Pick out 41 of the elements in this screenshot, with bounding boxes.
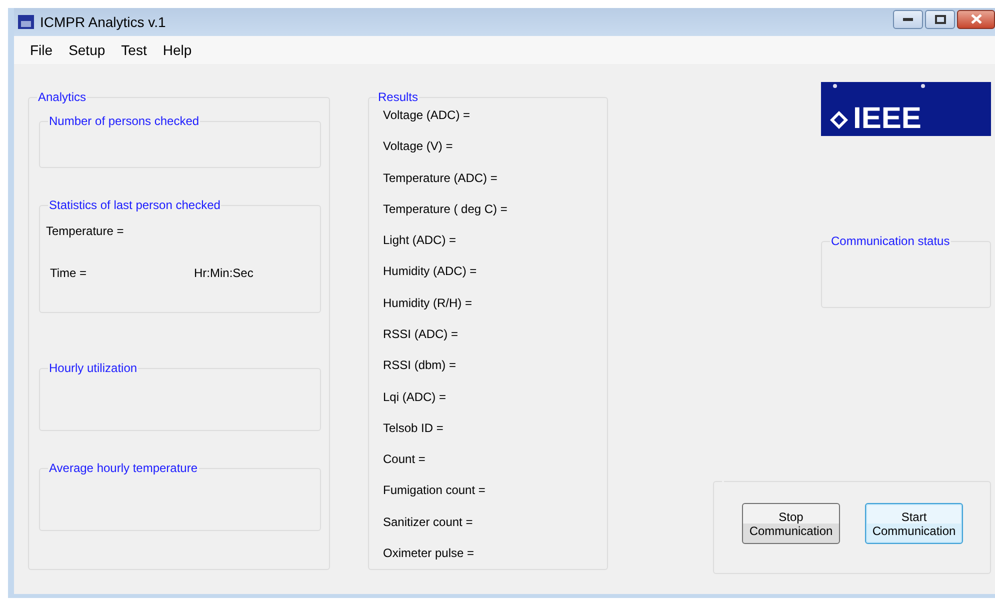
diamond-icon (829, 110, 849, 130)
menu-item[interactable]: Test (113, 40, 155, 60)
result-label: Oximeter pulse = (383, 546, 474, 560)
menu-item[interactable]: File (22, 40, 61, 60)
close-button[interactable] (957, 10, 995, 28)
result-label: Lqi (ADC) = (383, 390, 446, 404)
result-label: Light (ADC) = (383, 233, 456, 248)
result-label: Fumigation count = (383, 483, 486, 498)
window-title: ICMPR Analytics v.1 (40, 14, 166, 30)
minimize-button[interactable] (893, 10, 923, 28)
maximize-icon (934, 14, 946, 24)
group-title: Hourly utilization (48, 361, 138, 375)
maximize-button[interactable] (925, 10, 955, 28)
group-title: Communication status (830, 234, 951, 248)
result-label: Temperature ( deg C) = (383, 202, 508, 216)
close-icon (970, 14, 982, 24)
minimize-icon (903, 17, 913, 21)
result-label: Voltage (V) = (383, 139, 453, 154)
result-label: RSSI (dbm) = (383, 358, 456, 372)
result-label: Sanitizer count = (383, 514, 473, 529)
result-label: Telsob ID = (383, 420, 444, 435)
result-label: Count = (383, 452, 426, 466)
communication-button[interactable]: Stop Communication (742, 503, 840, 544)
group-title: Results (377, 90, 420, 104)
logo-text: IEEE (853, 102, 922, 136)
result-label: Humidity (ADC) = (383, 264, 477, 278)
temperature-label: Temperature = (46, 224, 124, 238)
communication-button[interactable]: Start Communication (865, 503, 963, 544)
group-title: Analytics (37, 90, 88, 104)
group-title: Number of persons checked (48, 114, 200, 128)
result-label: Temperature (ADC) = (383, 170, 498, 185)
time-unit: Hr:Min:Sec (194, 266, 254, 280)
menu-item[interactable]: Setup (60, 40, 114, 60)
time-label: Time = (50, 266, 88, 280)
result-label: Humidity (R/H) = (383, 296, 472, 310)
group-title: Statistics of last person checked (48, 198, 222, 212)
app-icon (18, 15, 34, 29)
group-title: Average hourly temperature (48, 461, 199, 475)
result-label: RSSI (ADC) = (383, 326, 458, 341)
menu-item[interactable]: Help (154, 40, 200, 60)
result-label: Voltage (ADC) = (383, 108, 470, 122)
